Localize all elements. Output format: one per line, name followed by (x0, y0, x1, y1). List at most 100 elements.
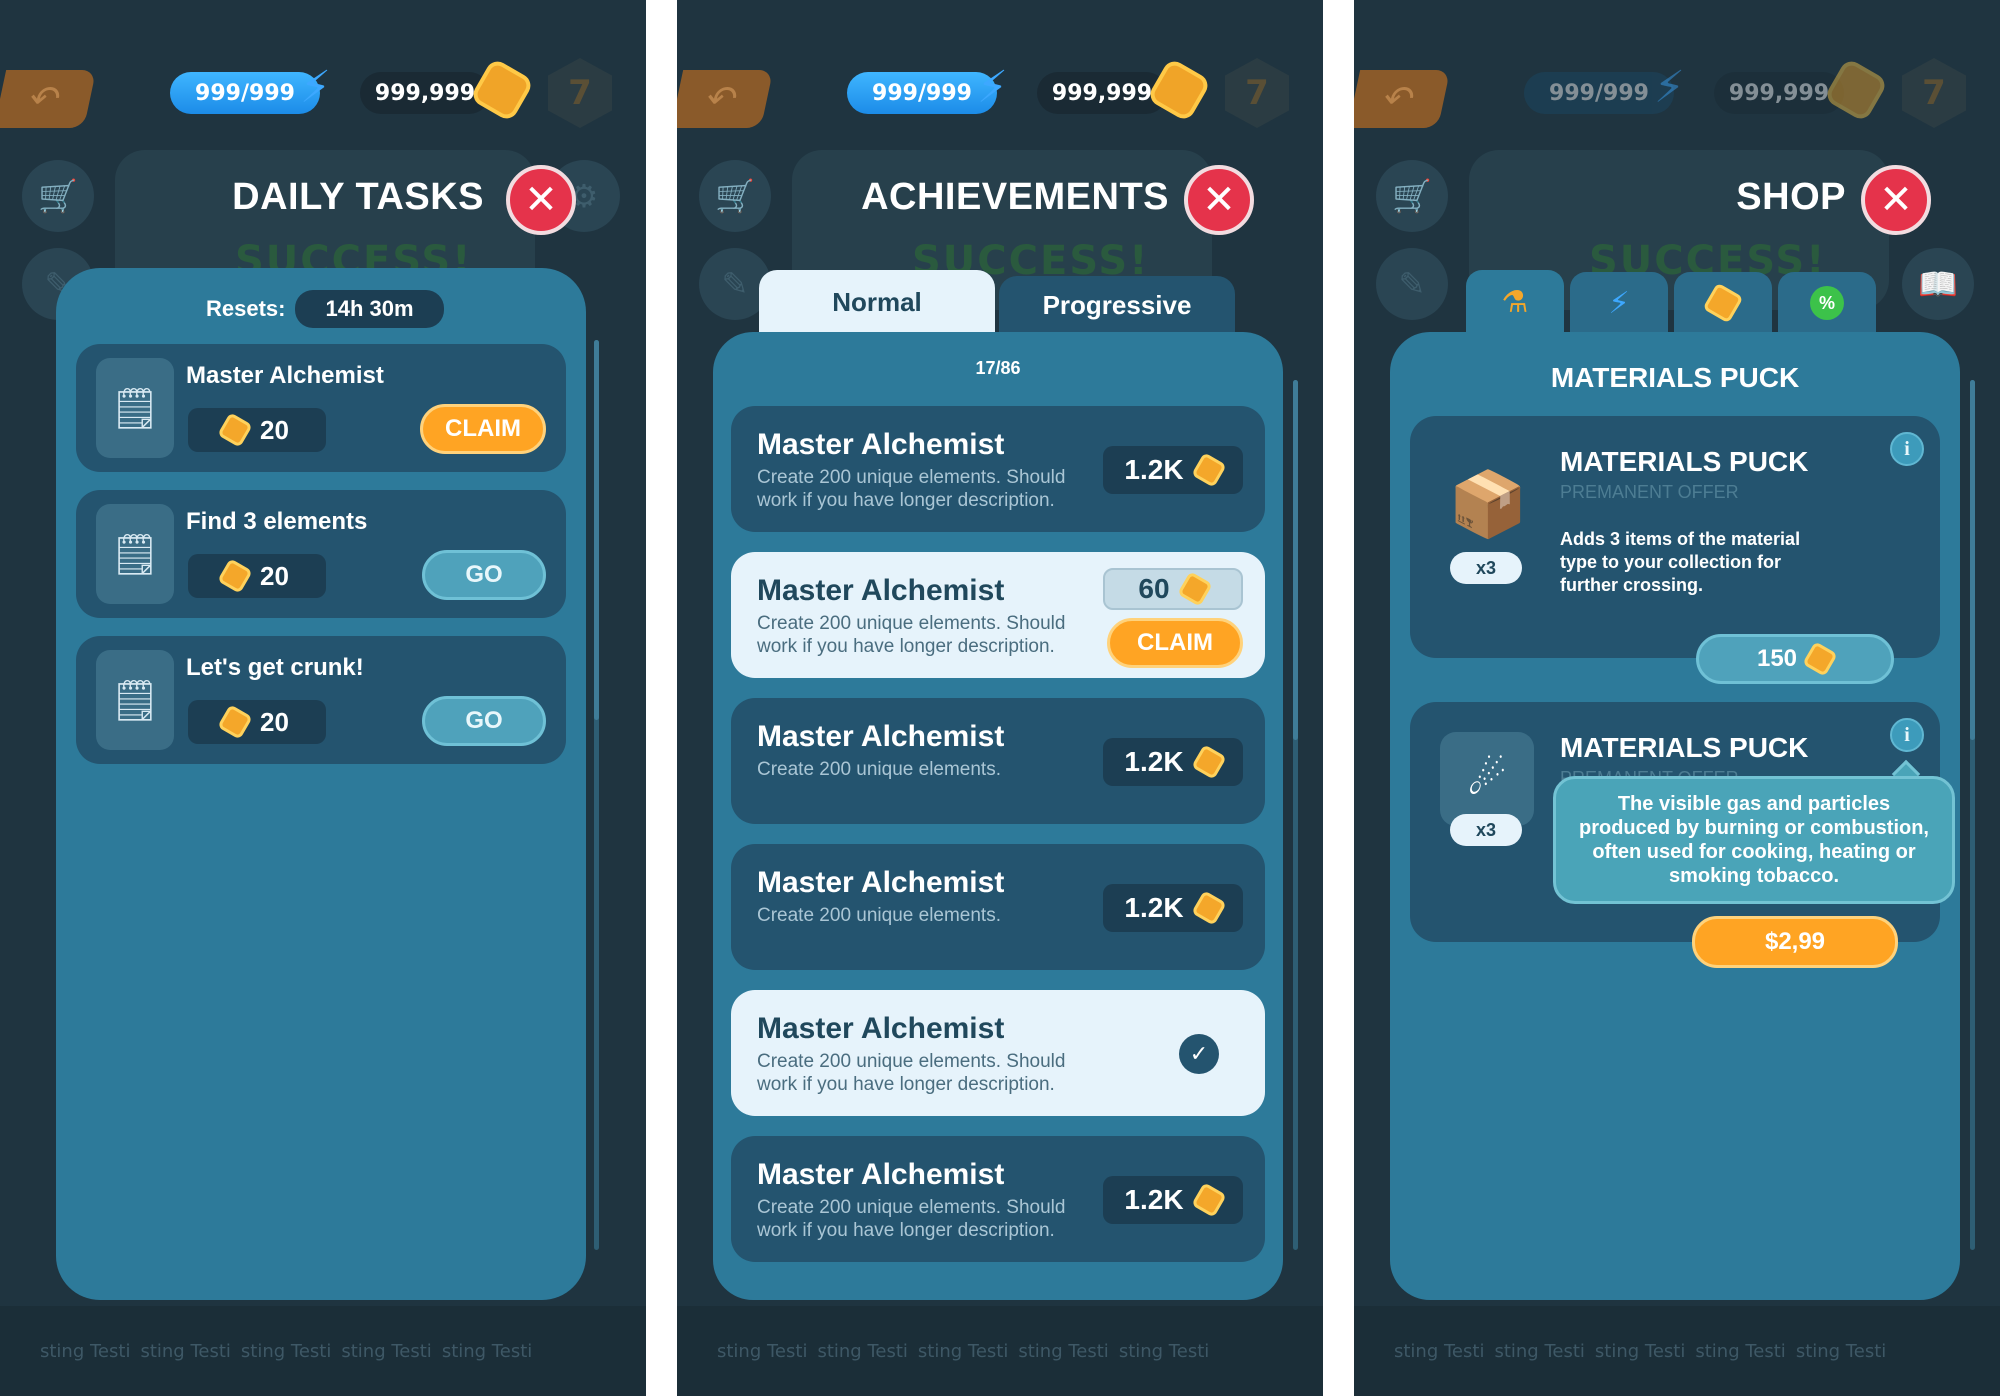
bottom-text: sting Testi (140, 1340, 231, 1362)
energy-bar: 999/999 (847, 72, 997, 114)
reward-value: 20 (260, 560, 289, 591)
coin-counter: 999,999 (1714, 72, 1844, 114)
task-reward: 20 (188, 408, 326, 452)
task-clock-icon: 🗒 (96, 650, 174, 750)
task-card: 🗒 Find 3 elements 20 GO (76, 490, 566, 618)
task-reward: 20 (188, 700, 326, 744)
price-value: 150 (1756, 645, 1798, 672)
item-subtitle: PREMANENT OFFER (1560, 482, 1739, 502)
close-icon: ✕ (1202, 177, 1236, 223)
go-button[interactable]: GO (422, 696, 546, 746)
bottom-text: sting Testi (1795, 1340, 1887, 1362)
coin-icon (217, 558, 253, 594)
bottom-text: sting Testi (1494, 1340, 1585, 1362)
background-bottom-bar: sting Testi sting Testi sting Testi stin… (0, 1306, 646, 1396)
coin-icon (1702, 282, 1744, 324)
achievement-desc: Create 200 unique elements. Should work … (757, 613, 1066, 657)
price-button-coins[interactable]: 150 (1696, 634, 1894, 684)
info-icon[interactable]: i (1890, 432, 1924, 466)
tab-progressive[interactable]: Progressive (999, 276, 1235, 334)
coin-counter: 999,999 (1037, 72, 1167, 114)
info-icon[interactable]: i (1890, 718, 1924, 752)
task-reward: 20 (188, 554, 326, 598)
scrollbar-thumb[interactable] (1970, 380, 1975, 740)
close-button[interactable]: ✕ (1861, 165, 1931, 235)
achievement-reward: 1.2K (1103, 1176, 1243, 1224)
claim-button[interactable]: CLAIM (1107, 618, 1243, 668)
bottom-text: sting Testi (240, 1340, 332, 1362)
scrollbar-thumb[interactable] (594, 340, 599, 720)
bolt-icon: ⚡ (300, 62, 331, 113)
reward-value: 60 (1138, 573, 1170, 604)
go-button[interactable]: GO (422, 550, 546, 600)
energy-bar: 999/999 (170, 72, 320, 114)
bottom-text: sting Testi (717, 1340, 808, 1362)
reward-value: 1.2K (1124, 454, 1184, 485)
coin-icon (1802, 641, 1838, 677)
bottom-text: sting Testi (817, 1340, 908, 1362)
achievement-title: Master Alchemist (757, 720, 1005, 753)
resets-row: Resets: 14h 30m (206, 290, 444, 328)
reward-value: 1.2K (1124, 892, 1184, 923)
back-button[interactable]: ↶ (1354, 70, 1451, 128)
back-arrow-icon: ↶ (25, 78, 65, 120)
bottom-text: sting Testi (1018, 1340, 1109, 1362)
tab-coins[interactable] (1674, 272, 1772, 334)
item-quantity: x3 (1450, 552, 1522, 584)
reward-value: 20 (260, 414, 289, 445)
achievement-count: 17/86 (975, 358, 1021, 378)
achievement-reward: 60 (1103, 568, 1243, 610)
bottom-text: sting Testi (1695, 1340, 1786, 1362)
page-title: SHOP (1736, 176, 1846, 218)
background-bottom-bar: sting Testi sting Testi sting Testi stin… (677, 1306, 1323, 1396)
tab-energy[interactable]: ⚡ (1570, 272, 1668, 334)
achievement-title: Master Alchemist (757, 1158, 1005, 1191)
bolt-icon: ⚡ (1654, 62, 1685, 113)
claim-button[interactable]: CLAIM (420, 404, 546, 454)
back-button[interactable]: ↶ (677, 70, 774, 128)
item-quantity: x3 (1450, 814, 1522, 846)
achievement-reward: 1.2K (1103, 738, 1243, 786)
task-title: Find 3 elements (186, 508, 368, 535)
coin-icon (217, 412, 253, 448)
daily-tasks-screen: SUCCESS! 🛒 ✎ ⚙ sting Testi sting Testi s… (0, 0, 646, 1396)
achievement-card: Master Alchemist Create 200 unique eleme… (731, 698, 1265, 824)
achievement-title: Master Alchemist (757, 1012, 1005, 1045)
close-button[interactable]: ✕ (506, 165, 576, 235)
achievement-card-claimable: Master Alchemist Create 200 unique eleme… (731, 552, 1265, 678)
reward-value: 20 (260, 706, 289, 737)
achievement-title: Master Alchemist (757, 428, 1005, 461)
tab-normal[interactable]: Normal (759, 270, 995, 334)
tab-discount[interactable]: % (1778, 272, 1876, 334)
cart-icon: 🛒 (22, 160, 94, 232)
close-icon: ✕ (1879, 177, 1913, 223)
back-arrow-icon: ↶ (702, 78, 742, 120)
bottom-text: sting Testi (1394, 1340, 1485, 1362)
energy-bar: 999/999 (1524, 72, 1674, 114)
scrollbar-thumb[interactable] (1293, 380, 1298, 740)
task-title: Master Alchemist (186, 362, 384, 389)
reward-value: 1.2K (1124, 1184, 1184, 1215)
resets-timer: 14h 30m (295, 290, 444, 328)
close-button[interactable]: ✕ (1184, 165, 1254, 235)
task-clock-icon: 🗒 (96, 358, 174, 458)
achievement-card: Master Alchemist Create 200 unique eleme… (731, 844, 1265, 970)
book-icon: 📖 (1902, 248, 1974, 320)
box-icon: 📦 (1448, 467, 1528, 542)
item-name: MATERIALS PUCK (1560, 446, 1809, 477)
coin-icon (1190, 1182, 1227, 1218)
section-title: MATERIALS PUCK (1550, 362, 1800, 393)
tab-potion[interactable]: ⚗ (1466, 270, 1564, 334)
achievement-title: Master Alchemist (757, 866, 1005, 899)
task-card: 🗒 Master Alchemist 20 CLAIM (76, 344, 566, 472)
achievement-reward: 1.2K (1103, 446, 1243, 494)
close-icon: ✕ (524, 177, 558, 223)
checkmark-icon: ✓ (1179, 1034, 1219, 1074)
price-button-cash[interactable]: $2,99 (1692, 916, 1898, 968)
page-title: ACHIEVEMENTS (861, 176, 1169, 218)
item-description: Adds 3 items of the material type to you… (1560, 529, 1801, 595)
coin-icon (1190, 744, 1227, 780)
coin-icon (1190, 890, 1227, 926)
back-button[interactable]: ↶ (0, 70, 97, 128)
cart-icon: 🛒 (699, 160, 771, 232)
